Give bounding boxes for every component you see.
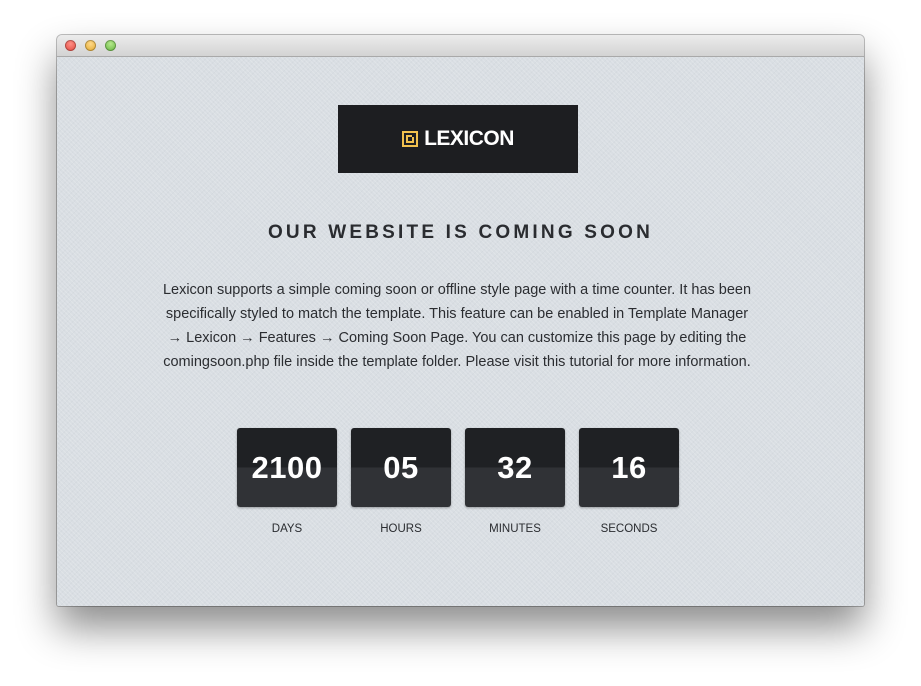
site-logo: LEXICON [338, 105, 578, 173]
countdown-minutes-label: MINUTES [489, 523, 541, 535]
countdown-days-label: DAYS [271, 523, 303, 535]
countdown-hours-label: HOURS [380, 523, 422, 535]
close-window-button[interactable] [65, 40, 76, 51]
countdown-minutes-box: 32 [465, 428, 565, 507]
page-description: Lexicon supports a simple coming soon or… [162, 282, 752, 370]
lexicon-logo-icon [402, 131, 419, 147]
minimize-window-button[interactable] [85, 40, 96, 51]
logo-text: LEXICON [424, 127, 514, 150]
countdown-hours-value: 05 [383, 449, 419, 485]
page-title: OUR WEBSITE IS COMING SOON [267, 222, 654, 243]
browser-window: LEXICON OUR WEBSITE IS COMING SOON Lexic… [57, 35, 864, 606]
countdown-hours-box: 05 [351, 428, 451, 507]
countdown-minutes-value: 32 [497, 449, 533, 485]
countdown-seconds-value: 16 [611, 449, 647, 485]
countdown-seconds-box: 16 [579, 428, 679, 507]
coming-soon-page: LEXICON OUR WEBSITE IS COMING SOON Lexic… [57, 57, 864, 606]
countdown-days-box: 2100 [237, 428, 337, 507]
window-titlebar [57, 35, 864, 57]
maximize-window-button[interactable] [105, 40, 116, 51]
countdown-seconds-label: SECONDS [600, 523, 658, 535]
countdown-days-value: 2100 [251, 449, 323, 485]
